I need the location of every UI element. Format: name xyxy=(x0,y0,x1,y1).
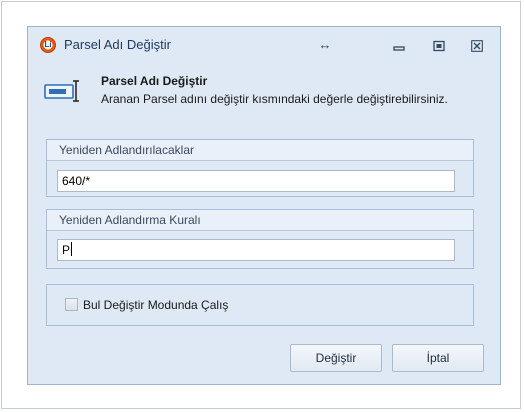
rename-rule-value: P xyxy=(62,243,71,257)
dialog-window: Li Parsel Adı Değiştir ↔ Parsel Adı Deği… xyxy=(27,26,501,385)
close-button[interactable] xyxy=(466,35,488,55)
resize-arrows-icon[interactable]: ↔ xyxy=(314,35,336,55)
rename-targets-value: 640/* xyxy=(62,174,91,188)
rename-icon xyxy=(44,80,79,102)
minimize-button[interactable] xyxy=(388,35,410,55)
app-logo-icon: Li xyxy=(40,37,56,53)
title-bar[interactable]: Li Parsel Adı Değiştir ↔ xyxy=(28,27,500,63)
cancel-button[interactable]: İptal xyxy=(392,344,484,372)
screenshot-frame: Li Parsel Adı Değiştir ↔ Parsel Adı Deği… xyxy=(1,1,521,409)
dialog-header: Parsel Adı Değiştir Aranan Parsel adını … xyxy=(28,63,500,119)
rename-targets-label: Yeniden Adlandırılacaklar xyxy=(47,140,473,161)
window-title: Parsel Adı Değiştir xyxy=(64,37,171,52)
dialog-description: Aranan Parsel adını değiştir kısmındaki … xyxy=(101,92,448,106)
minimize-icon xyxy=(393,45,405,51)
apply-button[interactable]: Değiştir xyxy=(290,344,382,372)
find-replace-checkbox[interactable] xyxy=(65,298,78,311)
rename-rule-input[interactable]: P xyxy=(57,239,455,261)
dialog-heading: Parsel Adı Değiştir xyxy=(101,74,208,88)
rename-rule-label: Yeniden Adlandırma Kuralı xyxy=(47,210,473,231)
rename-targets-input[interactable]: 640/* xyxy=(57,170,455,192)
rename-targets-group: Yeniden Adlandırılacaklar 640/* xyxy=(46,139,474,197)
find-replace-label[interactable]: Bul Değiştir Modunda Çalış xyxy=(83,298,228,312)
text-caret xyxy=(71,242,73,256)
maximize-button[interactable] xyxy=(428,35,450,55)
rename-rule-group: Yeniden Adlandırma Kuralı P xyxy=(46,209,474,269)
close-icon xyxy=(471,39,483,52)
maximize-icon xyxy=(433,40,445,51)
find-replace-group: Bul Değiştir Modunda Çalış xyxy=(46,284,474,326)
